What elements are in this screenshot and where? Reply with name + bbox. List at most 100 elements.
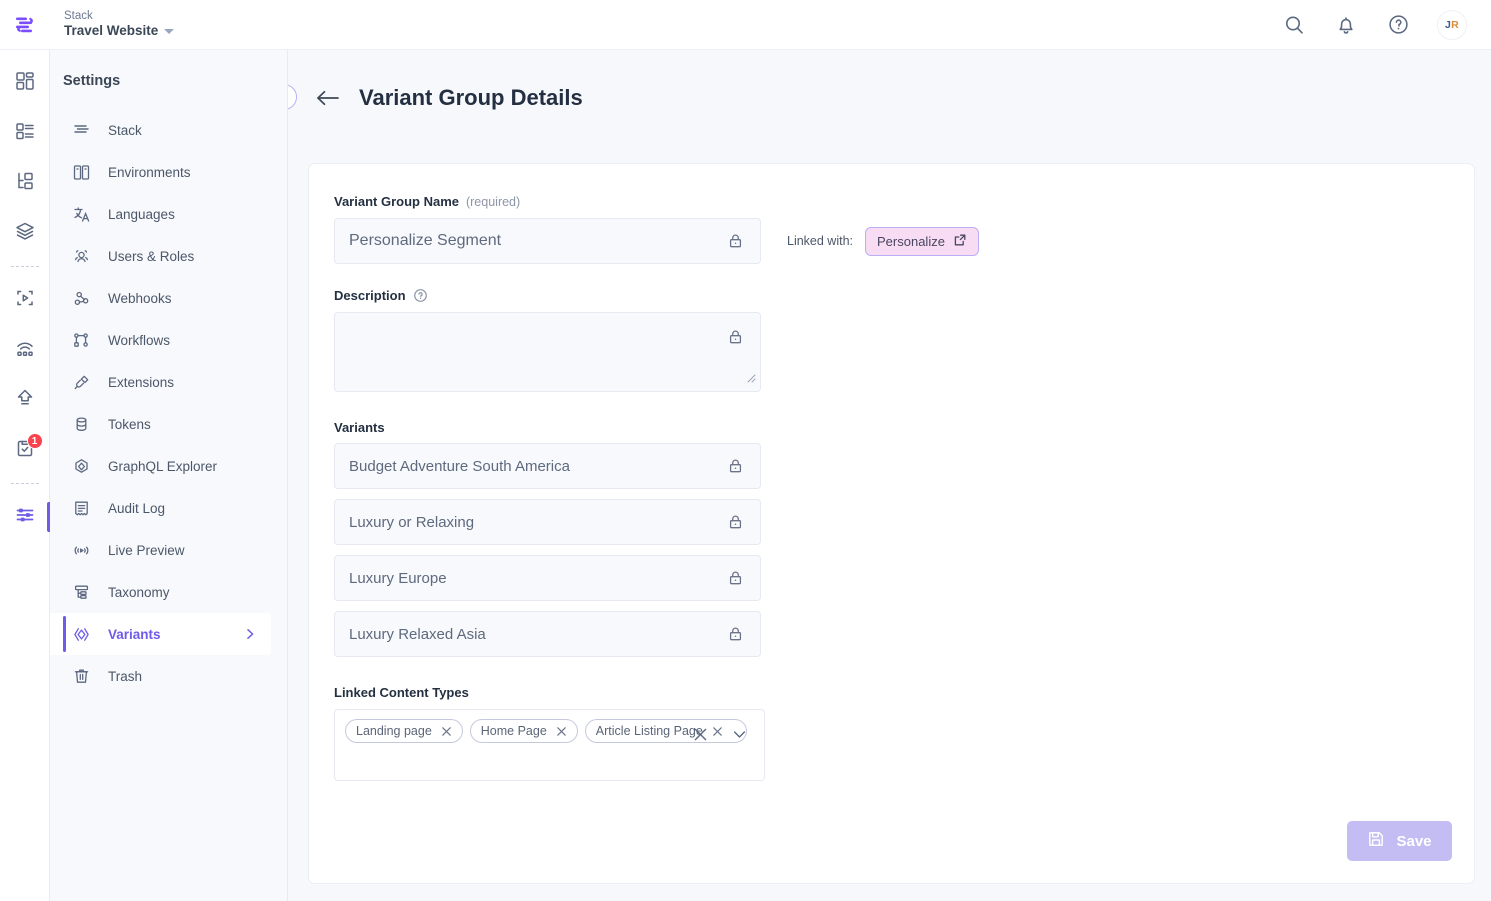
chevron-right-icon[interactable] [243, 627, 257, 641]
sidebar-item-label: Audit Log [108, 500, 166, 516]
sidebar-item-audit-log[interactable]: Audit Log [50, 487, 287, 529]
avatar[interactable]: JR [1437, 9, 1467, 40]
rail-item-settings[interactable] [0, 492, 50, 542]
chevron-down-icon[interactable] [731, 726, 748, 743]
sidebar-item-trash[interactable]: Trash [50, 655, 287, 697]
linked-content-types-label: Linked Content Types [334, 685, 469, 700]
tag-label: Landing page [356, 724, 432, 738]
topbar-actions: JR [1281, 9, 1491, 40]
clear-all-icon[interactable] [692, 726, 709, 743]
sidebar-nav-list: Stack Environments Languages Users & Rol… [50, 109, 287, 697]
media-play-icon [14, 287, 36, 314]
sidebar-item-languages[interactable]: Languages [50, 193, 287, 235]
lock-icon [727, 514, 744, 531]
variant-row[interactable]: Luxury Relaxed Asia [334, 611, 761, 657]
sidebar-item-live-preview[interactable]: Live Preview [50, 529, 287, 571]
sidebar-item-variants[interactable]: Variants [50, 613, 271, 655]
sidebar-item-graphql-explorer[interactable]: GraphQL Explorer [50, 445, 287, 487]
variant-name: Luxury or Relaxing [349, 513, 475, 531]
content-type-tag[interactable]: Home Page [469, 719, 578, 743]
variant-row[interactable]: Budget Adventure South America [334, 443, 761, 489]
external-link-icon [953, 233, 967, 250]
avatar-initial-second: R [1451, 18, 1460, 31]
card-body: Variant Group Name (required) Personaliz… [309, 164, 1474, 883]
rail-badge-count: 1 [26, 433, 43, 449]
resize-handle[interactable] [743, 370, 756, 388]
close-icon[interactable] [441, 726, 452, 737]
save-disk-icon [1367, 830, 1385, 852]
app-root: Stack Travel Website J R 1 Settings Stac… [0, 0, 1491, 901]
webhooks-icon [70, 289, 92, 308]
close-icon[interactable] [556, 726, 567, 737]
lock-icon [727, 458, 744, 475]
name-input-value: Personalize Segment [349, 232, 502, 249]
rail-divider [10, 266, 39, 267]
variants-section-label: Variants [334, 420, 385, 435]
rail-item-tasks[interactable]: 1 [0, 425, 50, 475]
linked-content-types-select[interactable]: Landing page Home Page Article Listing P… [334, 709, 765, 781]
chevron-left-icon [288, 88, 290, 106]
back-button[interactable] [315, 88, 341, 108]
rail-item-content-types[interactable] [0, 108, 50, 158]
sidebar-item-label: Workflows [108, 332, 171, 348]
sidebar-item-webhooks[interactable]: Webhooks [50, 277, 287, 319]
name-row: Personalize Segment Linked with: Persona… [334, 218, 1449, 264]
sidebar-item-label: Users & Roles [108, 248, 195, 264]
stack-name-text: Travel Website [64, 23, 159, 39]
content-type-tag[interactable]: Landing page [345, 719, 463, 743]
variant-row[interactable]: Luxury or Relaxing [334, 499, 761, 545]
sidebar-item-extensions[interactable]: Extensions [50, 361, 287, 403]
settings-sidebar: Settings Stack Environments Languages Us… [50, 50, 288, 901]
rail-item-live-preview[interactable] [0, 325, 50, 375]
variants-icon [70, 625, 92, 644]
rail-item-publish-queue[interactable] [0, 375, 50, 425]
description-textarea[interactable] [334, 312, 761, 392]
variant-name: Budget Adventure South America [349, 457, 570, 475]
lock-icon [727, 626, 744, 643]
environments-icon [70, 163, 92, 182]
bell-icon[interactable] [1333, 12, 1359, 38]
help-circle-icon[interactable] [1385, 12, 1411, 38]
sidebar-item-label: Environments [108, 164, 191, 180]
variant-group-name-label: Variant Group Name (required) [334, 194, 1449, 209]
rail-divider-bottom [10, 483, 39, 484]
sidebar-item-environments[interactable]: Environments [50, 151, 287, 193]
sidebar-item-stack[interactable]: Stack [50, 109, 287, 151]
sidebar-item-label: Trash [108, 668, 143, 684]
rail-item-entries[interactable] [0, 158, 50, 208]
sidebar-item-workflows[interactable]: Workflows [50, 319, 287, 361]
linked-with-group: Linked with: Personalize [787, 226, 979, 256]
content-types-icon [14, 120, 36, 147]
breadcrumb-stack-name[interactable]: Travel Website [64, 23, 175, 40]
settings-sliders-icon [14, 504, 36, 531]
sidebar-item-label: Variants [108, 626, 161, 642]
languages-icon [70, 205, 92, 224]
layers-icon [14, 220, 36, 247]
stack-icon [70, 121, 92, 140]
sidebar-item-taxonomy[interactable]: Taxonomy [50, 571, 287, 613]
rail-item-assets[interactable] [0, 208, 50, 258]
variant-row[interactable]: Luxury Europe [334, 555, 761, 601]
taxonomy-icon [70, 583, 92, 602]
variant-group-name-input[interactable]: Personalize Segment [334, 218, 761, 264]
top-bar: Stack Travel Website J R [0, 0, 1491, 50]
chevron-down-icon[interactable] [164, 29, 175, 35]
variant-name: Luxury Relaxed Asia [349, 625, 486, 643]
question-circle-icon[interactable] [413, 288, 428, 303]
sidebar-item-label: Tokens [108, 416, 151, 432]
sidebar-item-tokens[interactable]: Tokens [50, 403, 287, 445]
rail-item-dashboard[interactable] [0, 58, 50, 108]
save-button[interactable]: Save [1347, 821, 1452, 861]
contentstack-logo-icon[interactable] [0, 0, 50, 50]
personalize-link-badge[interactable]: Personalize [865, 226, 979, 256]
publish-upload-icon [14, 387, 36, 414]
sidebar-item-label: Live Preview [108, 542, 185, 558]
users-roles-icon [70, 247, 92, 266]
stack-breadcrumb[interactable]: Stack Travel Website [64, 9, 175, 40]
extensions-icon [70, 373, 92, 392]
rail-item-media[interactable] [0, 275, 50, 325]
lock-icon [727, 233, 744, 250]
tokens-icon [70, 415, 92, 434]
search-icon[interactable] [1281, 12, 1307, 38]
sidebar-item-users-roles[interactable]: Users & Roles [50, 235, 287, 277]
